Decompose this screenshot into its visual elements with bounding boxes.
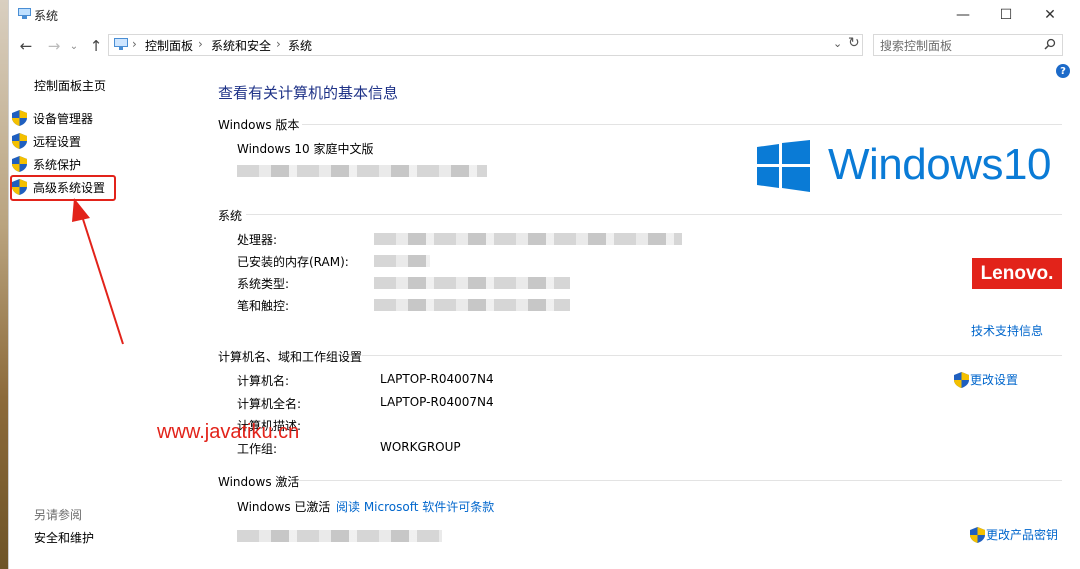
windows-edition-value: Windows 10 家庭中文版: [237, 142, 374, 156]
up-button[interactable]: ↑: [86, 36, 106, 56]
product-id-redacted: [237, 530, 442, 542]
chevron-down-icon: ⌄: [69, 40, 79, 52]
divider: [246, 214, 1062, 215]
shield-icon: [12, 156, 27, 172]
annotation-arrow-icon: [72, 198, 124, 345]
shield-icon: [12, 110, 27, 126]
divider: [298, 480, 1062, 481]
divider: [302, 124, 1062, 125]
sidebar-item-remote-settings[interactable]: 远程设置: [12, 132, 81, 150]
security-maintenance-link[interactable]: 安全和维护: [34, 529, 94, 546]
system-section-title: 系统: [218, 209, 243, 223]
change-settings-label: 更改设置: [970, 373, 1019, 387]
breadcrumb-control-panel[interactable]: 控制面板: [145, 37, 193, 54]
windows-edition-section-title: Windows 版本: [218, 118, 300, 132]
pen-touch-label: 笔和触控:: [237, 299, 290, 313]
computer-name-value: LAPTOP-R04007N4: [380, 372, 494, 386]
back-button[interactable]: ←: [16, 36, 36, 56]
search-icon[interactable]: [1044, 38, 1056, 50]
license-terms-link[interactable]: 阅读 Microsoft 软件许可条款: [336, 498, 494, 515]
shield-icon: [954, 371, 969, 388]
windows-logo-icon: [757, 140, 810, 192]
divider: [362, 355, 1062, 356]
minimize-button[interactable]: —: [940, 0, 986, 30]
title-bar[interactable]: [8, 0, 1080, 30]
processor-value-redacted: [374, 233, 682, 245]
processor-label: 处理器:: [237, 233, 278, 247]
activation-status: Windows 已激活: [237, 500, 331, 514]
desktop-wallpaper-edge: [0, 0, 8, 569]
change-settings-link[interactable]: 更改设置: [954, 371, 1018, 388]
computer-name-label: 计算机名:: [237, 374, 290, 388]
address-dropdown-icon[interactable]: ⌄: [833, 37, 842, 50]
computer-name-section-title: 计算机名、域和工作组设置: [218, 350, 363, 364]
shield-icon: [970, 526, 985, 543]
ram-value-redacted: [374, 255, 430, 267]
pen-touch-value-redacted: [374, 299, 570, 311]
activation-section-title: Windows 激活: [218, 475, 300, 489]
forward-button[interactable]: →: [44, 36, 64, 56]
breadcrumb-separator-icon: ›: [198, 37, 203, 51]
back-arrow-icon: ←: [19, 37, 33, 55]
lenovo-oem-logo: Lenovo.: [972, 258, 1062, 289]
breadcrumb-separator-icon: ›: [276, 37, 281, 51]
recent-locations-button[interactable]: ⌄: [64, 36, 84, 56]
change-product-key-link[interactable]: 更改产品密钥: [970, 526, 1058, 543]
search-placeholder: 搜索控制面板: [880, 39, 953, 53]
system-type-value-redacted: [374, 277, 570, 289]
sidebar-item-label: 设备管理器: [33, 111, 94, 126]
breadcrumb-system-security[interactable]: 系统和安全: [211, 37, 271, 54]
system-type-label: 系统类型:: [237, 277, 290, 291]
control-panel-icon: [114, 38, 128, 50]
shield-icon: [12, 133, 27, 149]
full-computer-name-value: LAPTOP-R04007N4: [380, 395, 494, 409]
control-panel-home-link[interactable]: 控制面板主页: [34, 77, 106, 94]
support-info-link[interactable]: 技术支持信息: [971, 322, 1043, 339]
page-title: 查看有关计算机的基本信息: [218, 84, 399, 102]
full-computer-name-label: 计算机全名:: [237, 397, 302, 411]
sidebar-item-label: 系统保护: [33, 157, 82, 172]
sidebar-item-device-manager[interactable]: 设备管理器: [12, 109, 93, 127]
sidebar-item-label: 远程设置: [33, 134, 82, 149]
maximize-button[interactable]: ☐: [983, 0, 1029, 30]
system-window-icon: [18, 8, 31, 19]
forward-arrow-icon: →: [47, 37, 61, 55]
windows-10-logo-text: Windows10: [828, 140, 1051, 189]
see-also-heading: 另请参阅: [34, 508, 83, 522]
window-title: 系统: [34, 9, 59, 23]
redacted-copyright-text: [237, 165, 487, 177]
up-arrow-icon: ↑: [89, 37, 103, 55]
ram-label: 已安装的内存(RAM):: [237, 255, 349, 269]
sidebar-item-system-protection[interactable]: 系统保护: [12, 155, 81, 173]
breadcrumb-separator-icon: ›: [132, 37, 137, 51]
workgroup-value: WORKGROUP: [380, 440, 461, 454]
close-button[interactable]: ✕: [1027, 0, 1073, 30]
refresh-icon[interactable]: ↻: [848, 35, 860, 51]
change-product-key-label: 更改产品密钥: [986, 528, 1059, 542]
breadcrumb-system[interactable]: 系统: [288, 37, 312, 54]
watermark-text: www.javatiku.cn: [157, 421, 300, 443]
help-icon[interactable]: ?: [1056, 64, 1070, 78]
